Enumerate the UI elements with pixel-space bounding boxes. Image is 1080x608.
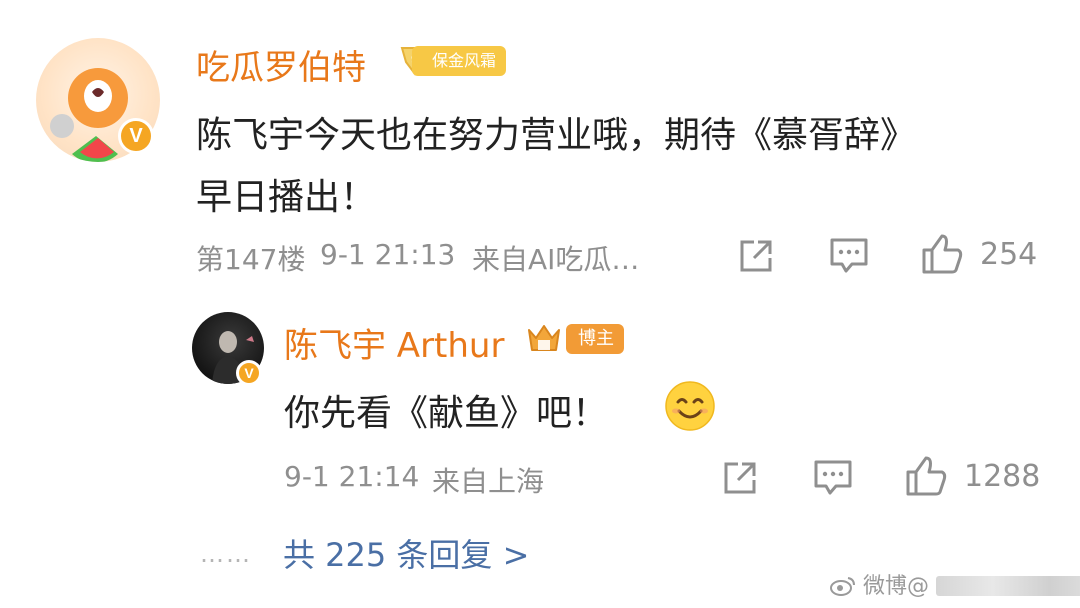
like-icon[interactable] [920, 232, 964, 276]
verified-icon: V [118, 118, 154, 154]
author-badge: 博主 [566, 324, 624, 354]
share-icon[interactable] [736, 236, 776, 276]
comment-text-line1: 陈飞宇今天也在努力营业哦，期待《慕胥辞》 [196, 115, 917, 156]
comment-text-line2: 早日播出！ [196, 177, 377, 218]
reply-username[interactable]: 陈飞宇 Arthur [284, 318, 504, 367]
reply-like-icon[interactable] [904, 454, 948, 498]
smile-emoji-icon [665, 381, 715, 431]
reply-timestamp: 9-1 21:14 [284, 460, 420, 493]
like-count: 254 [980, 237, 1038, 272]
reply-text: 你先看《献鱼》吧！ [284, 393, 609, 434]
divider-dots: …… [200, 540, 252, 568]
comment-icon[interactable] [828, 236, 870, 276]
crown-icon [528, 325, 560, 351]
reply-share-icon[interactable] [720, 458, 760, 498]
weibo-logo-icon [830, 577, 855, 596]
reply-comment-icon[interactable] [812, 458, 854, 498]
title-badge: 保金风霜 [412, 46, 507, 76]
reply-like-count: 1288 [964, 459, 1041, 494]
reply-source: 来自上海 [432, 465, 545, 498]
comment-username[interactable]: 吃瓜罗伯特 [196, 40, 366, 89]
comment-floor: 第147楼 [196, 243, 306, 276]
blurred-username [936, 576, 1080, 596]
more-replies-link[interactable]: 共 225 条回复 > [283, 530, 529, 576]
weibo-watermark: 微博@ [830, 568, 1080, 600]
reply-verified-icon: V [236, 360, 262, 386]
watermark-text: 微博@ [863, 574, 930, 599]
comment-source: 来自AI吃瓜… [472, 243, 640, 276]
comment-timestamp: 9-1 21:13 [320, 238, 456, 271]
